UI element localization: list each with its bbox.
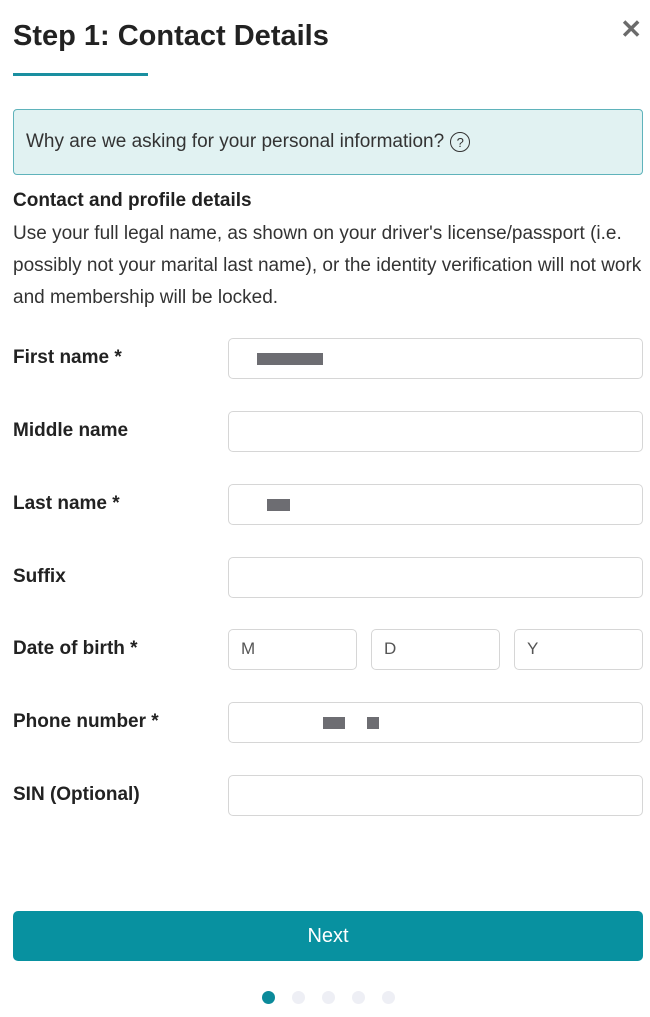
sin-input[interactable] [228, 774, 643, 816]
last-name-label: Last name * [13, 493, 120, 514]
first-name-label: First name * [13, 347, 122, 368]
dob-day-input[interactable] [371, 628, 500, 670]
middle-name-row: Middle name [13, 410, 643, 452]
phone-row: Phone number * [13, 701, 643, 743]
question-circle-icon[interactable]: ? [450, 132, 471, 152]
page-title: Step 1: Contact Details [13, 20, 329, 52]
sin-row: SIN (Optional) [13, 774, 643, 816]
dob-row: Date of birth * [13, 628, 643, 670]
step-indicator [262, 991, 395, 1004]
step-dot-4 [352, 991, 365, 1004]
first-name-input[interactable] [228, 337, 643, 379]
last-name-row: Last name * [13, 483, 643, 525]
middle-name-label: Middle name [13, 420, 129, 441]
step-dot-1 [262, 991, 275, 1004]
suffix-input[interactable] [228, 556, 643, 598]
sin-label: SIN (Optional) [13, 784, 140, 805]
next-button[interactable]: Next [13, 911, 643, 961]
phone-label: Phone number * [13, 711, 159, 732]
phone-input[interactable] [228, 701, 643, 743]
redacted-value [257, 352, 323, 365]
last-name-input[interactable] [228, 483, 643, 525]
info-box[interactable]: Why are we asking for your personal info… [13, 109, 643, 175]
redacted-value [323, 716, 345, 729]
title-underline [13, 73, 148, 76]
section-heading: Contact and profile details [13, 190, 252, 211]
first-name-row: First name * [13, 337, 643, 379]
suffix-row: Suffix [13, 556, 643, 598]
redacted-value [367, 716, 379, 729]
suffix-label: Suffix [13, 566, 66, 587]
redacted-value [267, 498, 290, 511]
section-description: Use your full legal name, as shown on yo… [13, 223, 642, 308]
dob-year-input[interactable] [514, 628, 643, 670]
info-text: Why are we asking for your personal info… [26, 131, 445, 152]
dob-month-input[interactable] [228, 628, 357, 670]
step-dot-2 [292, 991, 305, 1004]
middle-name-input[interactable] [228, 410, 643, 452]
step-dot-5 [382, 991, 395, 1004]
close-icon[interactable]: ✕ [620, 16, 642, 42]
dob-label: Date of birth * [13, 638, 138, 659]
step-dot-3 [322, 991, 335, 1004]
